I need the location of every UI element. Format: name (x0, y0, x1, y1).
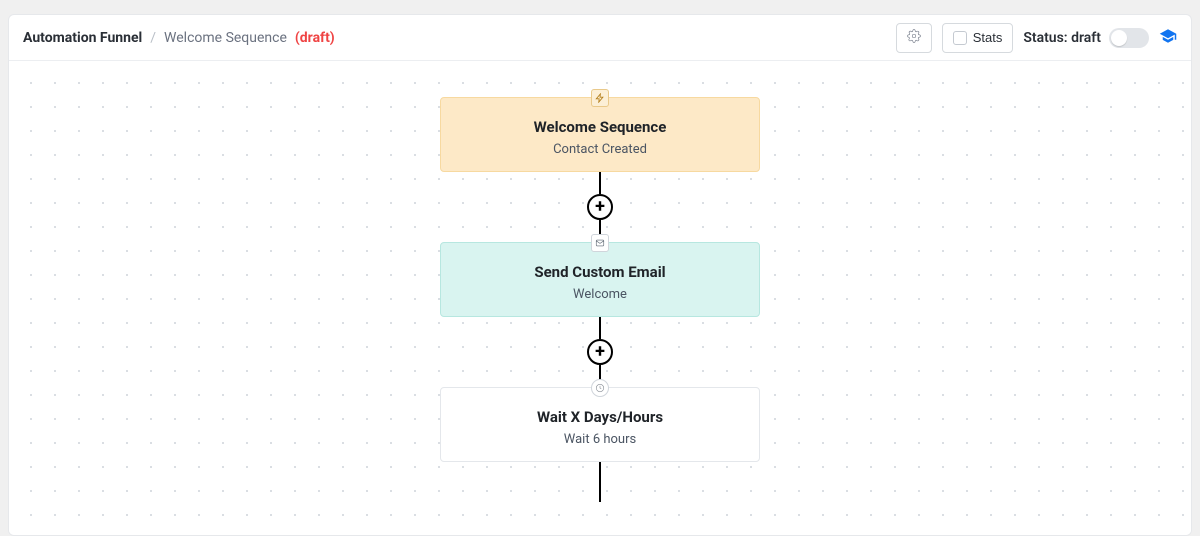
status-label: Status: draft (1023, 30, 1101, 46)
add-step-button[interactable]: + (587, 194, 613, 220)
trigger-title: Welcome Sequence (453, 118, 747, 136)
wait-node[interactable]: Wait X Days/Hours Wait 6 hours (440, 387, 760, 462)
settings-button[interactable] (896, 23, 932, 53)
trigger-subtitle: Contact Created (453, 142, 747, 157)
wait-title: Wait X Days/Hours (453, 408, 747, 426)
breadcrumb-root[interactable]: Automation Funnel (23, 30, 142, 46)
plus-icon: + (595, 198, 605, 216)
status-wrap: Status: draft (1023, 28, 1149, 48)
trigger-node[interactable]: Welcome Sequence Contact Created (440, 97, 760, 172)
clock-icon (591, 379, 609, 397)
email-node[interactable]: Send Custom Email Welcome (440, 242, 760, 317)
stats-button[interactable]: Stats (942, 23, 1014, 53)
email-title: Send Custom Email (453, 263, 747, 281)
gear-icon (907, 29, 921, 46)
graduation-cap-icon (1159, 30, 1177, 49)
breadcrumb-current: Welcome Sequence (164, 30, 287, 46)
stats-label: Stats (973, 30, 1003, 45)
email-subtitle: Welcome (453, 287, 747, 302)
flow-column: Welcome Sequence Contact Created + Send … (440, 97, 760, 502)
app-frame: Automation Funnel / Welcome Sequence (dr… (8, 14, 1192, 536)
connector-line (599, 462, 601, 502)
lightning-icon (591, 89, 609, 107)
stats-checkbox[interactable] (953, 31, 967, 45)
breadcrumb-draft-badge: (draft) (295, 30, 335, 46)
plus-icon: + (595, 343, 605, 361)
add-step-button[interactable]: + (587, 339, 613, 365)
help-button[interactable] (1159, 27, 1177, 49)
canvas[interactable]: Welcome Sequence Contact Created + Send … (9, 61, 1191, 536)
header: Automation Funnel / Welcome Sequence (dr… (9, 15, 1191, 61)
toggle-knob (1111, 30, 1127, 46)
breadcrumb: Automation Funnel / Welcome Sequence (dr… (23, 30, 335, 46)
connector-line (599, 317, 601, 339)
connector-line (599, 172, 601, 194)
wait-subtitle: Wait 6 hours (453, 432, 747, 447)
email-icon (591, 234, 609, 252)
breadcrumb-separator: / (150, 30, 156, 46)
status-toggle[interactable] (1109, 28, 1149, 48)
